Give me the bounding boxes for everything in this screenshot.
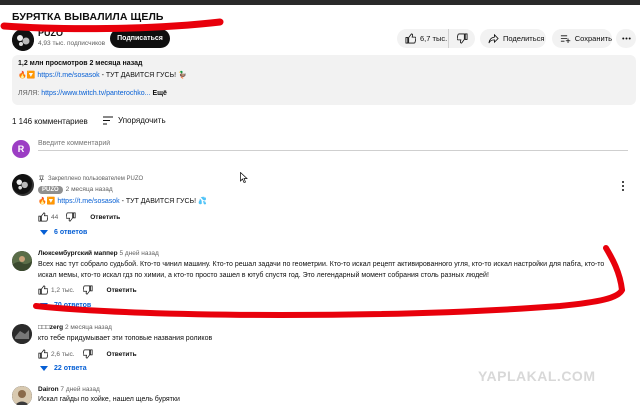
view-stats: 1,2 млн просмотров 2 месяца назад — [18, 60, 143, 67]
comment-author[interactable]: □□□zerg — [38, 324, 63, 331]
like-button[interactable]: 6,7 тыс. — [397, 29, 449, 48]
sort-button[interactable]: Упорядочить — [103, 116, 166, 125]
comment-meta: Dairon 7 дней назад — [38, 386, 100, 393]
comment-like-count: 44 — [51, 213, 59, 221]
thumb-down-icon[interactable] — [82, 285, 93, 295]
comment-time[interactable]: 7 дней назад — [60, 386, 99, 393]
replies-toggle[interactable]: 6 ответов — [40, 229, 87, 236]
comment-text: 🔥🔽 https://t.me/sosasok - ТУТ ДАВИТСЯ ГУ… — [38, 197, 207, 208]
dislike-button[interactable] — [449, 29, 475, 48]
twitch-link[interactable]: https://www.twitch.tv/panterochko... — [41, 90, 150, 97]
sort-label: Упорядочить — [118, 116, 166, 125]
comment-avatar[interactable] — [12, 174, 34, 196]
comment-author[interactable]: Dairon — [38, 386, 59, 393]
pinned-label: Закреплено пользователем PUZO — [48, 175, 144, 182]
channel-name[interactable]: PUZO — [38, 28, 63, 38]
comment-text: Всех нас тут собрало судьбой. Кто-то чин… — [38, 260, 604, 281]
thumb-up-icon — [405, 33, 416, 44]
channel-subscribers: 4,93 тыс. подписчиков — [38, 40, 106, 47]
share-button[interactable]: Поделиться — [480, 29, 546, 48]
thumb-up-icon[interactable] — [38, 212, 48, 222]
user-avatar[interactable]: R — [12, 140, 30, 158]
replies-count: 22 ответа — [54, 365, 87, 372]
reply-button[interactable]: Ответить — [107, 351, 137, 358]
share-icon — [488, 33, 499, 44]
comment-time[interactable]: 2 месяца назад — [65, 324, 112, 331]
thumb-down-icon[interactable] — [66, 212, 76, 222]
add-comment-input[interactable] — [38, 140, 628, 151]
replies-toggle[interactable]: 70 ответов — [40, 302, 91, 309]
more-actions-button[interactable] — [616, 29, 636, 48]
share-label: Поделиться — [503, 34, 545, 43]
description-line: ЛЯЛЯ: https://www.twitch.tv/panterochko.… — [18, 90, 167, 97]
comment-like-count: 1,2 тыс. — [51, 286, 75, 294]
comment-actions: 2,6 тыс. Ответить — [38, 349, 137, 359]
kebab-icon[interactable] — [620, 180, 626, 192]
comment-meta: □□□zerg 2 месяца назад — [38, 324, 112, 331]
comment-meta: PUZO 2 месяца назад — [38, 186, 113, 194]
comment-avatar[interactable] — [12, 324, 32, 344]
subscribe-button[interactable]: Подписаться — [110, 29, 170, 48]
chevron-down-icon — [40, 229, 48, 235]
save-label: Сохранить — [574, 34, 612, 43]
like-dislike-group: 6,7 тыс. — [397, 29, 475, 48]
comment-text-rest: - ТУТ ДАВИТСЯ ГУСЬ! 💦 — [119, 198, 207, 205]
reply-button[interactable]: Ответить — [107, 287, 137, 294]
comment-time[interactable]: 2 месяца назад — [66, 186, 113, 193]
telegram-link[interactable]: https://t.me/sosasok — [37, 72, 99, 79]
save-button[interactable]: Сохранить — [552, 29, 612, 48]
description-prefix: ЛЯЛЯ: — [18, 90, 42, 97]
replies-count: 70 ответов — [54, 302, 92, 309]
thumb-up-icon[interactable] — [38, 285, 48, 295]
comment-author[interactable]: Люксембургский маппер — [38, 250, 118, 257]
chevron-down-icon — [40, 302, 48, 308]
replies-toggle[interactable]: 22 ответа — [40, 365, 87, 372]
fire-emoji: 🔥🔽 — [18, 72, 36, 79]
video-title: БУРЯТКА ВЫВАЛИЛА ЩЕЛЬ — [12, 11, 164, 23]
comment-count: 1 146 комментариев — [12, 117, 88, 126]
comment-author[interactable]: PUZO — [38, 186, 63, 194]
video-player-bottom-edge[interactable] — [0, 0, 640, 5]
comment-text: Искал гайды по хойке, нашел щель бурятки — [38, 396, 180, 403]
video-description[interactable]: 1,2 млн просмотров 2 месяца назад 🔥🔽 htt… — [12, 55, 636, 105]
comment-text: кто тебе придумывает эти топовые названи… — [38, 335, 213, 342]
like-count: 6,7 тыс. — [420, 34, 448, 43]
show-more-button[interactable]: Ещё — [152, 90, 166, 97]
reply-button[interactable]: Ответить — [90, 214, 120, 221]
save-icon — [560, 35, 571, 43]
comment-avatar[interactable] — [12, 386, 32, 405]
comment-actions: 44 Ответить — [38, 212, 120, 222]
comment-link[interactable]: https://t.me/sosasok — [57, 198, 119, 205]
chevron-down-icon — [40, 365, 48, 371]
fire-emoji: 🔥🔽 — [38, 198, 58, 205]
comment-avatar[interactable] — [12, 251, 32, 271]
thumb-down-icon[interactable] — [82, 349, 93, 359]
thumb-up-icon[interactable] — [38, 349, 48, 359]
site-watermark: YAPLAKAL.COM — [478, 368, 596, 384]
cursor-icon — [240, 172, 248, 183]
description-line: 🔥🔽 https://t.me/sosasok - ТУТ ДАВИТСЯ ГУ… — [18, 71, 187, 79]
thumb-down-icon — [456, 33, 467, 44]
comment-meta: Люксембургский маппер 5 дней назад — [38, 250, 159, 257]
pin-icon — [38, 175, 45, 182]
sort-icon — [103, 116, 113, 125]
comment-like-count: 2,6 тыс. — [51, 350, 75, 358]
comment-time[interactable]: 5 дней назад — [119, 250, 158, 257]
comment-actions: 1,2 тыс. Ответить — [38, 285, 137, 295]
pinned-indicator: Закреплено пользователем PUZO — [38, 175, 143, 182]
description-text: - ТУТ ДАВИТСЯ ГУСЬ! 🦆 — [99, 72, 187, 79]
comment-text-line: Всех нас тут собрало судьбой. Кто-то чин… — [38, 261, 605, 268]
replies-count: 6 ответов — [54, 229, 88, 236]
comment-text-line: искал мемы, кто-то искал гдз по химии, а… — [38, 271, 489, 279]
more-icon — [621, 37, 631, 40]
channel-avatar[interactable] — [12, 29, 34, 51]
